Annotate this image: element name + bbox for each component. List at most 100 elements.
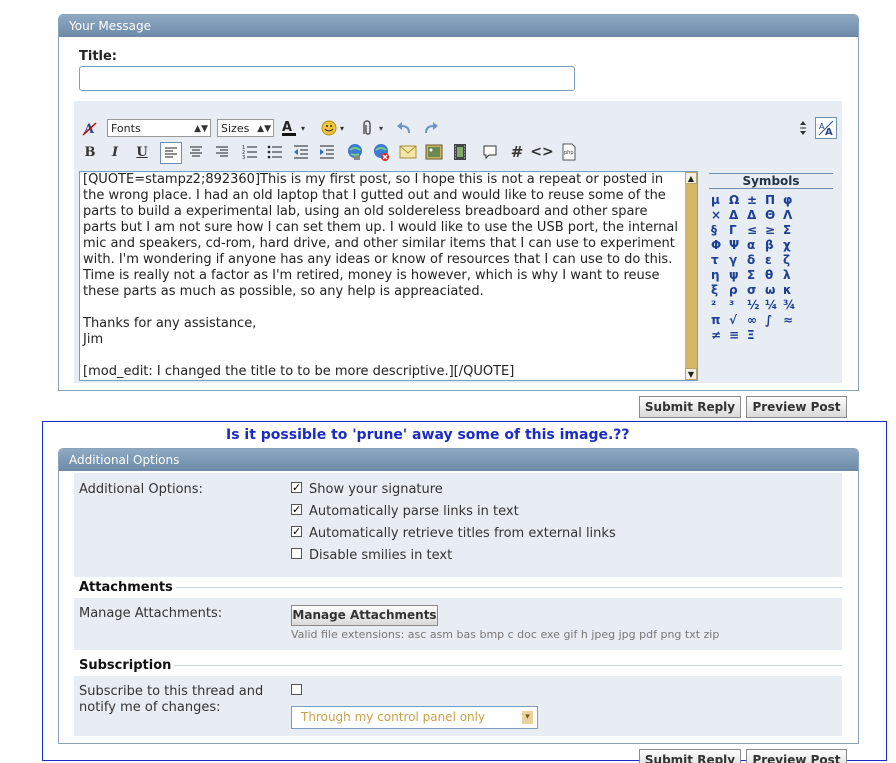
symbol-item[interactable]: α xyxy=(747,238,765,253)
symbol-item[interactable]: § xyxy=(711,223,729,238)
code-icon[interactable]: <> xyxy=(530,142,553,162)
ordered-list-icon[interactable]: 123 xyxy=(240,142,260,162)
additional-options-header: Additional Options xyxy=(59,449,858,471)
symbol-item[interactable]: κ xyxy=(783,283,801,298)
symbol-item[interactable]: Λ xyxy=(783,208,801,223)
symbol-item[interactable]: π xyxy=(711,313,729,328)
symbol-item[interactable]: ½ xyxy=(747,298,765,313)
manage-attachments-button[interactable]: Manage Attachments xyxy=(291,605,438,626)
symbol-item[interactable]: Ω xyxy=(729,193,747,208)
symbol-item[interactable]: θ xyxy=(765,268,783,283)
email-icon[interactable] xyxy=(398,142,418,162)
attachment-icon[interactable]: ▾ xyxy=(359,118,389,138)
symbol-item[interactable]: Ψ xyxy=(729,238,747,253)
symbol-item[interactable]: ζ xyxy=(783,253,801,268)
italic-icon[interactable]: I xyxy=(105,142,125,162)
resize-arrows-icon[interactable] xyxy=(793,118,813,138)
align-right-icon[interactable] xyxy=(212,142,232,162)
symbol-item[interactable]: ≈ xyxy=(783,313,801,328)
textarea-scrollbar[interactable]: ▲ ▼ xyxy=(685,172,697,380)
symbol-item[interactable]: μ xyxy=(711,193,729,208)
quote-icon[interactable] xyxy=(480,142,500,162)
outdent-icon[interactable] xyxy=(291,142,311,162)
symbol-item[interactable]: Γ xyxy=(729,223,747,238)
smilies-icon[interactable]: ▾ xyxy=(320,118,350,138)
message-body-text: [QUOTE=stampz2;892360]This is my first p… xyxy=(83,172,679,379)
symbol-item[interactable]: ≡ xyxy=(729,328,747,343)
bold-icon[interactable]: B xyxy=(80,142,100,162)
symbol-item[interactable]: Δ xyxy=(747,208,765,223)
align-center-icon[interactable] xyxy=(186,142,206,162)
subscription-title: Subscription xyxy=(79,658,172,673)
parse-links-checkbox[interactable]: ✓ xyxy=(291,504,302,515)
symbol-item[interactable]: β xyxy=(765,238,783,253)
symbol-item[interactable]: ∫ xyxy=(765,313,783,328)
preview-post-button[interactable]: Preview Post xyxy=(746,396,847,418)
symbol-item[interactable]: × xyxy=(711,208,729,223)
symbol-item[interactable]: σ xyxy=(747,283,765,298)
symbol-item[interactable]: χ xyxy=(783,238,801,253)
symbol-item[interactable]: ≤ xyxy=(747,223,765,238)
link-icon[interactable] xyxy=(345,142,365,162)
symbol-item[interactable]: √ xyxy=(729,313,747,328)
symbol-item[interactable]: φ xyxy=(783,193,801,208)
symbol-item[interactable]: ψ xyxy=(729,268,747,283)
symbol-item[interactable]: Δ xyxy=(729,208,747,223)
redo-icon[interactable] xyxy=(420,118,440,138)
symbol-item[interactable]: ξ xyxy=(711,283,729,298)
switch-mode-icon[interactable]: AA xyxy=(815,117,837,139)
remove-format-icon[interactable]: A xyxy=(80,118,100,138)
symbol-item[interactable]: γ xyxy=(729,253,747,268)
symbol-item[interactable]: ¾ xyxy=(783,298,801,313)
symbol-item[interactable]: Ξ xyxy=(747,328,765,343)
underline-icon[interactable]: U xyxy=(132,142,152,162)
disable-smilies-checkbox[interactable] xyxy=(291,548,302,559)
size-select[interactable]: Sizes ▲▼ xyxy=(217,119,274,137)
symbol-item[interactable]: η xyxy=(711,268,729,283)
symbol-item[interactable]: ² xyxy=(711,298,729,313)
symbol-item[interactable]: δ xyxy=(747,253,765,268)
symbol-item[interactable]: ≠ xyxy=(711,328,729,343)
symbol-item[interactable]: ≥ xyxy=(765,223,783,238)
video-icon[interactable] xyxy=(450,142,470,162)
submit-reply-button[interactable]: Submit Reply xyxy=(639,396,741,418)
signature-checkbox[interactable]: ✓ xyxy=(291,482,302,493)
annotation-text: Is it possible to 'prune' away some of t… xyxy=(226,427,630,443)
hash-icon[interactable]: # xyxy=(507,142,527,162)
message-textarea[interactable]: [QUOTE=stampz2;892360]This is my first p… xyxy=(79,171,698,381)
symbol-item[interactable]: ± xyxy=(747,193,765,208)
image-icon[interactable] xyxy=(424,142,444,162)
undo-icon[interactable] xyxy=(395,118,415,138)
font-select-label: Fonts xyxy=(111,122,141,135)
submit-reply-button-bottom[interactable]: Submit Reply xyxy=(639,749,741,763)
symbol-item[interactable]: ω xyxy=(765,283,783,298)
preview-post-button-bottom[interactable]: Preview Post xyxy=(746,749,847,763)
symbol-item[interactable]: ε xyxy=(765,253,783,268)
unordered-list-icon[interactable] xyxy=(265,142,285,162)
title-input[interactable] xyxy=(79,66,575,91)
symbol-item[interactable]: τ xyxy=(711,253,729,268)
symbol-item[interactable]: Φ xyxy=(711,238,729,253)
symbol-item[interactable]: ¼ xyxy=(765,298,783,313)
php-icon[interactable]: php xyxy=(559,142,579,162)
font-color-icon[interactable]: A ▾ xyxy=(281,118,311,138)
symbol-item[interactable]: Σ xyxy=(747,268,765,283)
svg-text:▾: ▾ xyxy=(379,124,383,133)
symbol-item[interactable]: Θ xyxy=(765,208,783,223)
subscribe-checkbox[interactable] xyxy=(291,684,302,695)
symbol-item[interactable]: ³ xyxy=(729,298,747,313)
scroll-up-arrow-icon[interactable]: ▲ xyxy=(685,172,697,184)
symbol-item[interactable]: ρ xyxy=(729,283,747,298)
symbol-item[interactable]: Π xyxy=(765,193,783,208)
unlink-icon[interactable] xyxy=(371,142,391,162)
indent-icon[interactable] xyxy=(317,142,337,162)
symbol-item[interactable]: Σ xyxy=(783,223,801,238)
scroll-down-arrow-icon[interactable]: ▼ xyxy=(685,368,697,380)
svg-text:A: A xyxy=(282,120,292,135)
font-select[interactable]: Fonts ▲▼ xyxy=(107,119,211,137)
symbol-item[interactable]: ∞ xyxy=(747,313,765,328)
subscription-mode-select[interactable]: Through my control panel only ▾ xyxy=(291,706,538,729)
align-left-icon[interactable] xyxy=(160,142,182,164)
retrieve-titles-checkbox[interactable]: ✓ xyxy=(291,526,302,537)
symbol-item[interactable]: λ xyxy=(783,268,801,283)
